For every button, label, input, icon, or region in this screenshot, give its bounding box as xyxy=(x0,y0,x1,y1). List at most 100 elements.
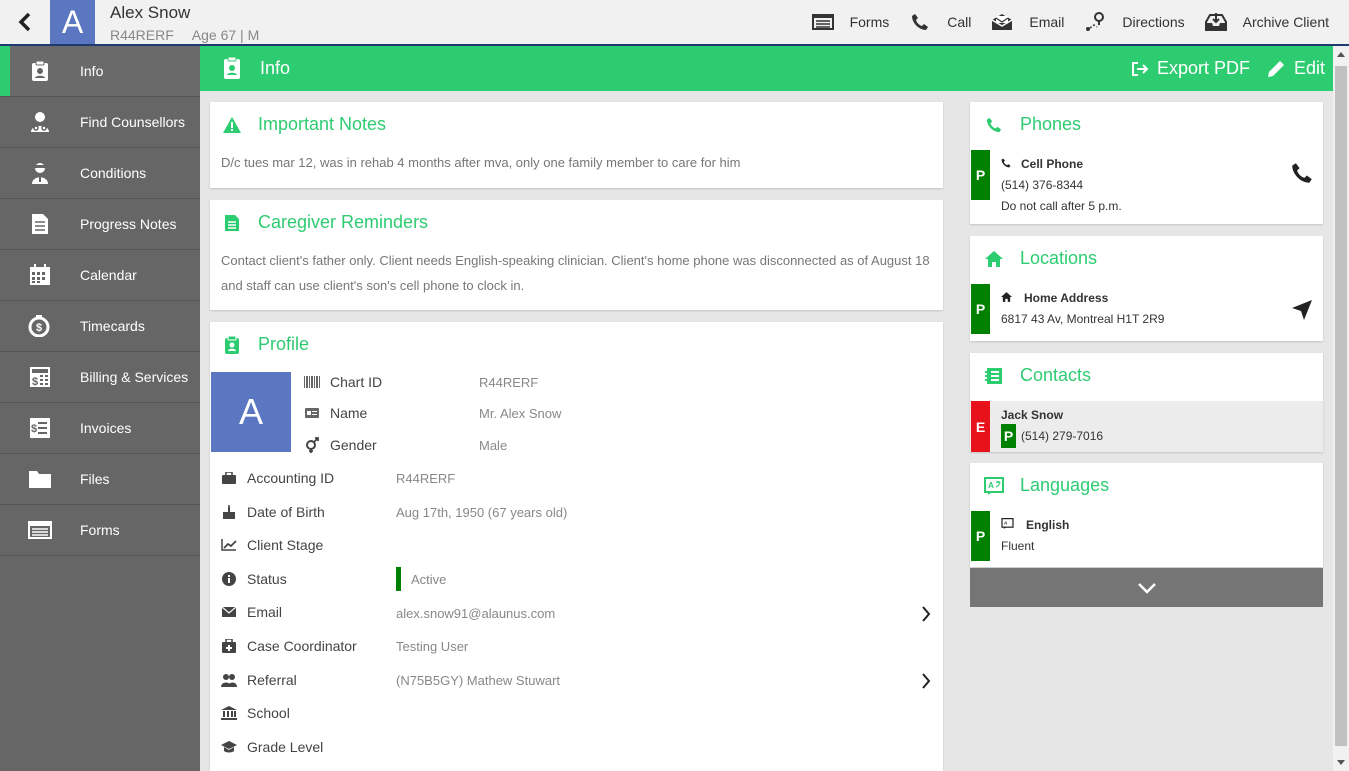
export-pdf-label: Export PDF xyxy=(1156,58,1250,78)
scroll-down-arrow[interactable] xyxy=(1337,760,1345,765)
gender-label: Gender xyxy=(330,437,377,453)
status-row: Status xyxy=(221,569,287,589)
referral-row[interactable]: Referral xyxy=(221,670,297,690)
important-notes-text: D/c tues mar 12, was in rehab 4 months a… xyxy=(221,155,741,170)
navigation-arrow-icon[interactable] xyxy=(1291,299,1313,321)
call-action-label: Call xyxy=(947,14,972,30)
phone-icon xyxy=(1001,158,1011,168)
scroll-up-arrow[interactable] xyxy=(1337,52,1345,57)
clipboard-icon xyxy=(28,59,52,83)
caregiver-reminders-text: Contact client's father only. Client nee… xyxy=(221,253,930,293)
caregiver-reminders-heading: Caregiver Reminders xyxy=(258,212,429,232)
sidebar-item-label: Progress Notes xyxy=(80,216,177,232)
back-button[interactable] xyxy=(0,0,50,44)
sidebar-item-forms[interactable]: Forms xyxy=(0,505,200,556)
top-actions: Forms Call Email Directions Archive Clie… xyxy=(811,0,1349,44)
id-card-icon xyxy=(304,408,320,418)
email-icon xyxy=(991,11,1013,33)
invoice-icon: $ xyxy=(28,416,52,440)
contacts-title: Contacts xyxy=(984,365,1091,386)
accounting-id-value: R44RERF xyxy=(396,471,456,486)
phone-note: Do not call after 5 p.m. xyxy=(1001,199,1122,213)
dob-label: Date of Birth xyxy=(247,504,325,520)
sidebar-item-label: Find Counsellors xyxy=(80,114,186,130)
sidebar-item-timecards[interactable]: $ Timecards xyxy=(0,301,200,352)
case-coordinator-label: Case Coordinator xyxy=(247,638,357,654)
sidebar-item-invoices[interactable]: $ Invoices xyxy=(0,403,200,454)
chart-id-row: Chart ID xyxy=(304,372,382,392)
sidebar-item-info[interactable]: Info xyxy=(0,46,200,97)
calendar-icon xyxy=(28,263,52,287)
export-pdf-button[interactable]: Export PDF xyxy=(1131,58,1250,79)
pencil-icon xyxy=(1267,60,1284,77)
emergency-tag: E xyxy=(971,401,990,452)
home-icon xyxy=(984,250,1004,267)
archive-client-button[interactable]: Archive Client xyxy=(1204,0,1329,44)
phone-number: (514) 376-8344 xyxy=(1001,178,1084,192)
email-row[interactable]: Email xyxy=(221,602,282,622)
scroll-thumb[interactable] xyxy=(1335,66,1347,746)
call-phone-icon[interactable] xyxy=(1291,162,1313,184)
profile-avatar: A xyxy=(211,372,291,452)
forms-action-button[interactable]: Forms xyxy=(811,0,889,44)
timecard-icon: $ xyxy=(28,314,52,338)
sidebar-item-billing-services[interactable]: $ Billing & Services xyxy=(0,352,200,403)
clipboard-icon xyxy=(222,335,242,354)
graduation-cap-icon xyxy=(221,741,237,753)
doctor-icon xyxy=(28,110,52,134)
clipboard-icon xyxy=(222,56,242,85)
language-icon: A xyxy=(1001,518,1014,529)
email-action-label: Email xyxy=(1029,14,1065,30)
sidebar-item-progress-notes[interactable]: Progress Notes xyxy=(0,199,200,250)
language-icon: A xyxy=(984,476,1004,495)
gender-value: Male xyxy=(479,438,508,453)
chevron-right-icon[interactable] xyxy=(921,673,931,689)
sidebar-item-calendar[interactable]: Calendar xyxy=(0,250,200,301)
status-indicator xyxy=(396,567,401,591)
status-value: Active xyxy=(411,572,447,587)
birthday-cake-icon xyxy=(221,505,237,519)
language-name-label: English xyxy=(1026,518,1070,532)
export-icon xyxy=(1131,61,1149,76)
important-notes-title: Important Notes xyxy=(222,114,386,135)
sidebar-item-conditions[interactable]: Conditions xyxy=(0,148,200,199)
scrollbar[interactable] xyxy=(1333,46,1349,771)
grade-level-row: Grade Level xyxy=(221,737,323,757)
dob-row: Date of Birth xyxy=(221,502,325,522)
gender-icon xyxy=(304,437,320,453)
important-notes-card: Important Notes D/c tues mar 12, was in … xyxy=(210,102,943,188)
sidebar-item-label: Info xyxy=(80,63,104,79)
svg-text:$: $ xyxy=(32,376,38,388)
medkit-icon xyxy=(221,639,237,653)
svg-text:A: A xyxy=(1004,521,1008,527)
sidebar-item-label: Forms xyxy=(80,522,120,538)
locations-title: Locations xyxy=(984,248,1097,269)
svg-text:A: A xyxy=(988,481,994,490)
expand-more-button[interactable] xyxy=(970,568,1323,607)
location-type-label: Home Address xyxy=(1024,291,1109,305)
edit-label: Edit xyxy=(1293,58,1325,78)
edit-button[interactable]: Edit xyxy=(1266,58,1325,79)
sidebar-item-find-counsellors[interactable]: Find Counsellors xyxy=(0,97,200,148)
name-value: Mr. Alex Snow xyxy=(479,406,562,421)
page-title: Info xyxy=(260,58,291,78)
primary-tag: P xyxy=(971,150,990,200)
email-value[interactable]: alex.snow91@alaunus.com xyxy=(396,606,555,621)
gender-row: Gender xyxy=(304,435,377,455)
phone-icon xyxy=(909,11,931,33)
client-name: Alex Snow xyxy=(110,3,191,22)
forms-icon xyxy=(811,11,834,33)
referral-value[interactable]: (N75B5GY) Mathew Stuwart xyxy=(396,673,560,688)
barcode-icon xyxy=(304,376,320,388)
users-icon xyxy=(221,673,237,687)
call-action-button[interactable]: Call xyxy=(909,0,971,44)
client-stage-label: Client Stage xyxy=(247,537,324,553)
chevron-right-icon[interactable] xyxy=(921,606,931,622)
client-subtitle: R44RERF Age 67 | M xyxy=(110,27,277,43)
directions-action-button[interactable]: Directions xyxy=(1084,0,1185,44)
home-icon xyxy=(1001,292,1012,302)
briefcase-icon xyxy=(221,472,237,484)
sidebar-item-files[interactable]: Files xyxy=(0,454,200,505)
email-action-button[interactable]: Email xyxy=(991,0,1064,44)
name-row: Name xyxy=(304,403,367,423)
